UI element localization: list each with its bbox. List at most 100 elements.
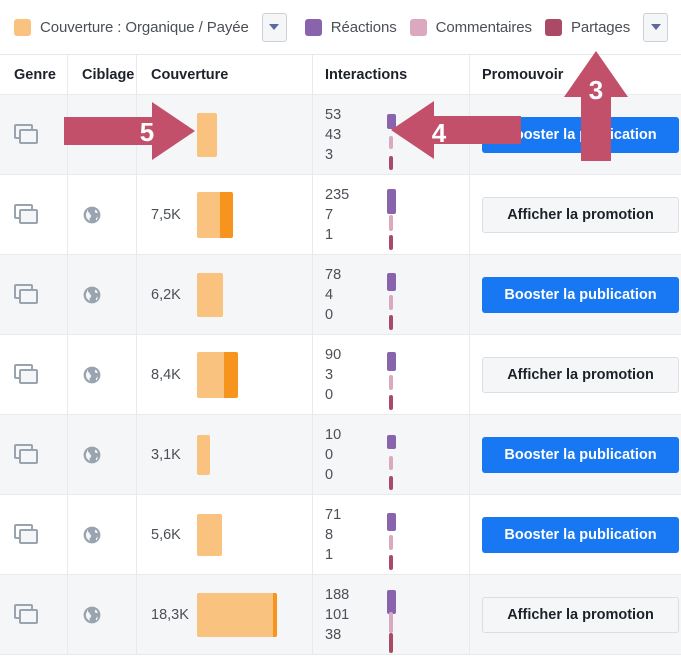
reactions-bar: [387, 114, 396, 129]
interaction-bars: [387, 422, 401, 490]
interaction-values: 235 7 1: [325, 185, 381, 245]
comments-bar: [389, 136, 393, 149]
cell-ciblage: [68, 335, 137, 414]
cell-genre: [0, 335, 68, 414]
boost-post-button[interactable]: Booster la publication: [482, 276, 679, 313]
cell-promouvoir: Afficher la promotion: [470, 575, 681, 654]
comments-bar: [389, 375, 393, 390]
table-row[interactable]: 3,1K 10 0 0 Booster la publication: [0, 415, 681, 495]
cell-promouvoir: Afficher la promotion: [470, 175, 681, 254]
reactions-bar: [387, 272, 396, 291]
cell-interactions: 78 4 0: [313, 255, 470, 334]
table-row[interactable]: 18,3K 188 101 38 Afficher la promotion: [0, 575, 681, 655]
posts-table: Genre Ciblage Couverture Interactions Pr…: [0, 55, 681, 655]
comments-count: 3: [325, 366, 334, 383]
reach-bar: [197, 351, 238, 398]
cell-ciblage: [68, 175, 137, 254]
shares-bar: [389, 395, 393, 410]
legend-item-reactions[interactable]: Réactions: [304, 18, 397, 36]
legend-swatch-reactions-icon: [304, 18, 322, 36]
cell-genre: [0, 575, 68, 654]
cell-promouvoir: Booster la publication: [470, 415, 681, 494]
globe-icon: [82, 605, 102, 625]
column-header-promouvoir[interactable]: Promouvoir: [470, 55, 681, 94]
cell-interactions: 235 7 1: [313, 175, 470, 254]
cell-promouvoir: Afficher la promotion: [470, 335, 681, 414]
globe-icon: [82, 285, 102, 305]
reactions-bar: [387, 512, 396, 531]
legend-item-couverture[interactable]: Couverture : Organique / Payée: [14, 18, 249, 36]
globe-icon: [82, 445, 102, 465]
table-row[interactable]: 53 43 3 Booster la publication: [0, 95, 681, 175]
album-icon: [14, 364, 38, 385]
comments-bar: [389, 455, 393, 470]
interaction-bars: [387, 342, 401, 410]
annotation-label-3: 3: [588, 75, 604, 105]
view-promotion-button[interactable]: Afficher la promotion: [482, 196, 679, 233]
shares-bar: [389, 315, 393, 330]
shares-bar: [389, 155, 393, 170]
album-icon: [14, 124, 38, 145]
album-icon: [14, 284, 38, 305]
shares-count: 1: [325, 546, 334, 563]
shares-count: 0: [325, 466, 334, 483]
legend-item-partages[interactable]: Partages: [544, 18, 631, 36]
reach-bar-paid: [220, 191, 233, 238]
cell-ciblage: [68, 95, 137, 174]
legend-item-commentaires[interactable]: Commentaires: [409, 18, 532, 36]
cell-ciblage: [68, 415, 137, 494]
reactions-count: 10: [325, 426, 342, 443]
legend-swatch-couverture-icon: [14, 18, 31, 36]
album-icon: [14, 204, 38, 225]
legend-swatch-commentaires-icon: [409, 18, 427, 36]
table-body: 53 43 3 Booster la publication 7,5K 235 7 1 Affi…: [0, 95, 681, 655]
cell-interactions: 10 0 0: [313, 415, 470, 494]
reactions-count: 90: [325, 346, 342, 363]
cell-couverture: 18,3K: [137, 575, 313, 654]
cell-interactions: 71 8 1: [313, 495, 470, 574]
shares-bar: [389, 555, 393, 570]
reach-value: 5,6K: [151, 526, 181, 543]
couverture-dropdown-button[interactable]: [261, 12, 287, 42]
interaction-bars: [387, 582, 401, 653]
reach-bar-organic: [197, 112, 217, 157]
reach-value: 8,4K: [151, 366, 181, 383]
column-header-genre[interactable]: Genre: [0, 55, 68, 94]
column-header-couverture[interactable]: Couverture: [137, 55, 313, 94]
view-promotion-button[interactable]: Afficher la promotion: [482, 356, 679, 393]
boost-post-button[interactable]: Booster la publication: [482, 116, 679, 153]
legend-label-commentaires: Commentaires: [435, 18, 532, 36]
table-row[interactable]: 7,5K 235 7 1 Afficher la promotion: [0, 175, 681, 255]
chart-legend-bar: Couverture : Organique / Payée Réactions…: [0, 0, 681, 55]
shares-count: 0: [325, 306, 334, 323]
annotation-label-5: 5: [139, 117, 155, 147]
boost-post-button[interactable]: Booster la publication: [482, 436, 679, 473]
comments-count: 0: [325, 446, 334, 463]
album-icon: [14, 524, 38, 545]
boost-post-button[interactable]: Booster la publication: [482, 516, 679, 553]
reactions-count: 53: [325, 106, 342, 123]
interaction-values: 78 4 0: [325, 265, 381, 325]
comments-count: 4: [325, 286, 334, 303]
column-header-ciblage[interactable]: Ciblage: [68, 55, 137, 94]
comments-count: 43: [325, 126, 342, 143]
interactions-dropdown-button[interactable]: [643, 12, 669, 42]
table-row[interactable]: 8,4K 90 3 0 Afficher la promotion: [0, 335, 681, 415]
reach-bar: [197, 191, 233, 238]
column-header-interactions[interactable]: Interactions: [313, 55, 470, 94]
table-row[interactable]: 6,2K 78 4 0 Booster la publication: [0, 255, 681, 335]
insights-posts-table-screen: Couverture : Organique / Payée Réactions…: [0, 0, 681, 657]
view-promotion-button[interactable]: Afficher la promotion: [482, 596, 679, 633]
legend-swatch-partages-icon: [544, 18, 562, 36]
interaction-values: 90 3 0: [325, 345, 381, 405]
cell-genre: [0, 255, 68, 334]
reach-value: 6,2K: [151, 286, 181, 303]
reach-bar-organic: [197, 351, 224, 398]
globe-icon: [82, 205, 102, 225]
reactions-count: 71: [325, 506, 342, 523]
comments-bar: [389, 214, 393, 231]
legend-label-partages: Partages: [570, 18, 631, 36]
table-row[interactable]: 5,6K 71 8 1 Booster la publication: [0, 495, 681, 575]
cell-promouvoir: Booster la publication: [470, 95, 681, 174]
cell-couverture: [137, 95, 313, 174]
